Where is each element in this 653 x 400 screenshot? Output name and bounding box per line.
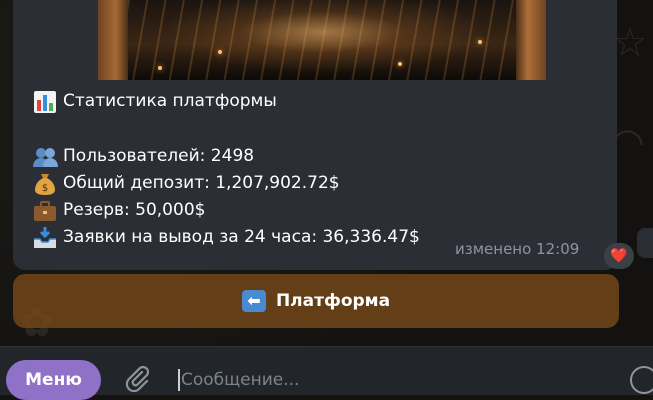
stats-users-line: Пользователей: 2498	[33, 143, 593, 170]
photo-light-rays	[128, 0, 516, 80]
side-action-button[interactable]	[637, 228, 653, 258]
bar-chart-icon	[33, 90, 57, 114]
photo-spark	[158, 66, 162, 70]
text-caret	[178, 369, 180, 391]
stats-deposit: Общий депозит: 1,207,902.72$	[63, 173, 340, 193]
heart-icon: ❤️	[610, 248, 628, 264]
message-bubble: Статистика платформы Пользователей: 2498…	[13, 0, 617, 270]
message-input[interactable]	[181, 366, 601, 394]
photo-spark	[398, 62, 402, 66]
menu-button[interactable]: Меню	[6, 360, 101, 400]
stats-reserve: Резерв: 50,000$	[63, 200, 206, 220]
stats-title-line: Статистика платформы	[33, 88, 593, 115]
message-photo[interactable]	[98, 0, 546, 80]
stats-deposit-line: $ Общий депозит: 1,207,902.72$	[33, 170, 593, 197]
users-icon	[33, 145, 58, 169]
photo-pillar-left	[98, 0, 128, 80]
stats-reserve-line: Резерв: 50,000$	[33, 197, 593, 224]
svg-text:$: $	[42, 183, 48, 194]
platform-button[interactable]: ⬅ Платформа	[13, 274, 619, 328]
stats-withdrawals: Заявки на вывод за 24 часа: 36,336.47$	[63, 227, 420, 247]
message-edited-time: изменено 12:09	[455, 240, 580, 258]
stats-title: Статистика платформы	[63, 91, 277, 111]
left-arrow-icon: ⬅	[241, 290, 266, 312]
platform-button-label: Платформа	[275, 291, 391, 311]
reaction-badge[interactable]: ❤️	[604, 243, 634, 269]
photo-spark	[478, 40, 482, 44]
stats-users: Пользователей: 2498	[63, 146, 255, 166]
doodle-star-icon: ☆	[612, 20, 648, 66]
paperclip-icon[interactable]	[122, 364, 152, 394]
emoji-icon[interactable]	[630, 366, 653, 394]
inbox-tray-icon	[33, 226, 57, 250]
photo-spark	[218, 50, 222, 54]
money-bag-icon: $	[33, 172, 57, 196]
message-text: Статистика платформы Пользователей: 2498…	[33, 88, 593, 251]
photo-pillar-right	[516, 0, 546, 80]
briefcase-icon	[33, 199, 57, 223]
